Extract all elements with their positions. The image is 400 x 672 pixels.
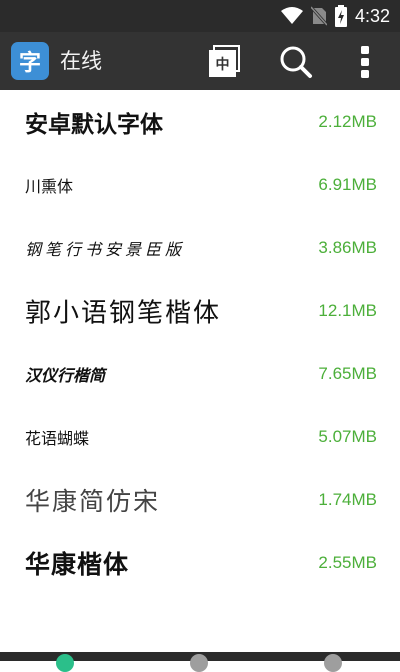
status-time: 4:32 — [354, 5, 390, 26]
font-list-item[interactable]: 钢笔行书安景臣版 3.86MB — [0, 216, 400, 279]
font-name: 华康简仿宋 — [25, 486, 161, 516]
font-size: 12.1MB — [318, 300, 377, 320]
search-icon — [280, 46, 312, 78]
font-name: 安卓默认字体 — [25, 111, 163, 138]
language-toggle-button[interactable]: 中 — [209, 45, 241, 77]
font-name: 郭小语钢笔楷体 — [25, 298, 222, 328]
font-size: 3.86MB — [318, 237, 377, 257]
status-bar: 4:32 — [0, 0, 400, 32]
nav-dot[interactable] — [190, 654, 208, 672]
font-list-item[interactable]: 华康简仿宋 1.74MB — [0, 468, 400, 531]
language-toggle-label: 中 — [215, 56, 230, 73]
font-list-item[interactable]: 川熏体 6.91MB — [0, 153, 400, 216]
font-list: 安卓默认字体 2.12MB 川熏体 6.91MB 钢笔行书安景臣版 3.86MB… — [0, 90, 400, 594]
font-list-item[interactable]: 华康楷体 2.55MB — [0, 531, 400, 594]
search-button[interactable] — [279, 45, 313, 79]
font-size: 5.07MB — [318, 426, 377, 446]
font-list-item[interactable]: 汉仪行楷简 7.65MB — [0, 342, 400, 405]
font-size: 2.12MB — [318, 111, 377, 131]
battery-charging-icon — [334, 5, 347, 27]
more-options-button[interactable] — [355, 45, 375, 79]
font-size: 7.65MB — [318, 363, 377, 383]
app-logo-char: 字 — [18, 51, 41, 76]
font-name: 汉仪行楷简 — [25, 365, 106, 385]
font-size: 6.91MB — [318, 174, 377, 194]
font-name: 花语蝴蝶 — [25, 428, 90, 448]
font-list-item[interactable]: 郭小语钢笔楷体 12.1MB — [0, 279, 400, 342]
no-sim-icon — [310, 6, 327, 26]
font-name: 川熏体 — [25, 176, 74, 196]
more-vert-icon — [361, 46, 369, 78]
font-list-item[interactable]: 花语蝴蝶 5.07MB — [0, 405, 400, 468]
font-name: 华康楷体 — [25, 549, 130, 579]
app-logo: 字 — [11, 42, 49, 80]
app-title: 在线 — [60, 49, 102, 73]
app-bar: 字 在线 中 — [0, 32, 400, 90]
font-size: 1.74MB — [318, 489, 377, 509]
bottom-navigation-bar — [0, 652, 400, 672]
nav-dot-active[interactable] — [56, 654, 74, 672]
wifi-icon — [280, 7, 303, 24]
nav-dot[interactable] — [324, 654, 342, 672]
font-size: 2.55MB — [318, 552, 377, 572]
font-name: 钢笔行书安景臣版 — [25, 239, 186, 259]
font-list-item[interactable]: 安卓默认字体 2.12MB — [0, 90, 400, 153]
